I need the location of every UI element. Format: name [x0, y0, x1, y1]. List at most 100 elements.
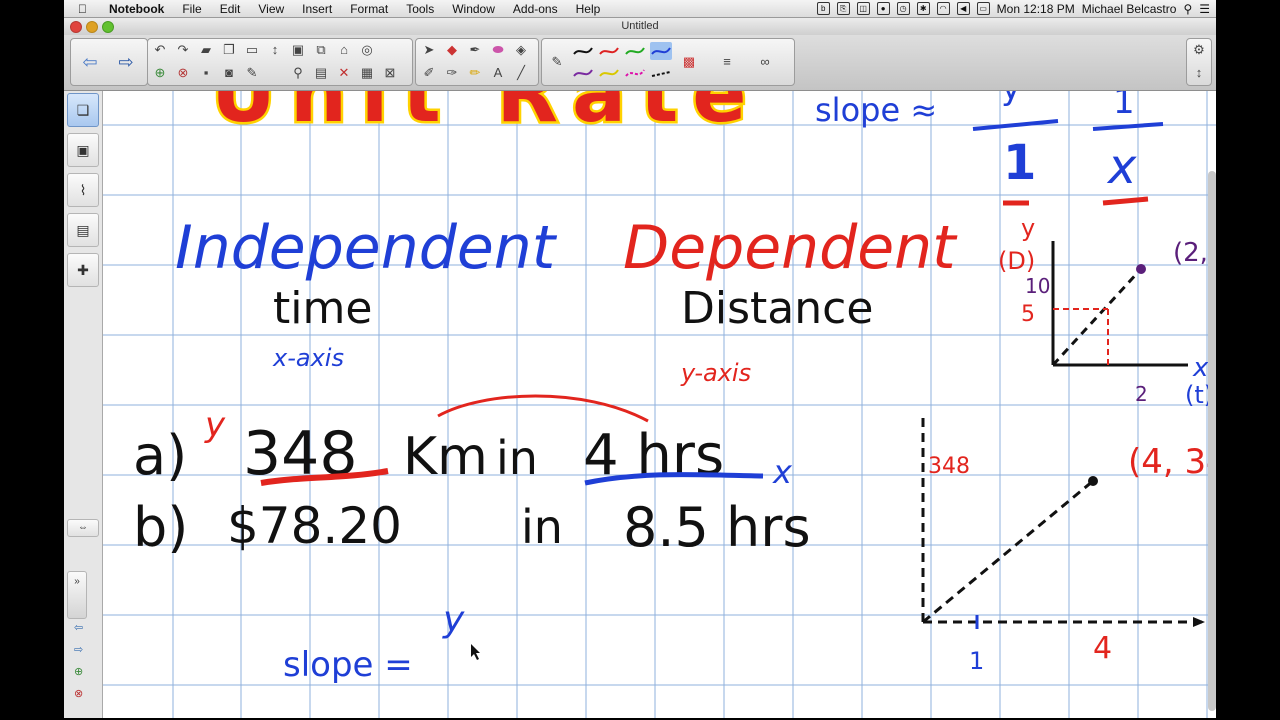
b-hrs: 8.5 hrs	[623, 496, 811, 559]
paste-icon[interactable]: ❐	[220, 41, 238, 59]
menu-addons[interactable]: Add-ons	[504, 2, 567, 16]
fill-effects-icon[interactable]: ∞	[756, 53, 774, 71]
pen-style-black[interactable]	[572, 42, 594, 60]
pen-style-blue[interactable]	[650, 42, 672, 60]
next-page-icon[interactable]: ⇨	[117, 53, 135, 71]
distance-label: Distance	[681, 283, 873, 334]
line-width-icon[interactable]: ≡	[718, 53, 736, 71]
add-page-icon[interactable]: ⊕	[151, 64, 169, 82]
fill-icon[interactable]: ◈	[512, 41, 530, 59]
apple-menu-icon[interactable]: 	[78, 2, 92, 16]
status-b-icon[interactable]: b	[816, 2, 830, 15]
frac-y: y	[1001, 91, 1021, 108]
magic-pen-icon[interactable]: ✑	[443, 64, 461, 82]
side-tabs: ❏ ▣ ⌇ ▤ ✚ ⇔ » ⇦ ⇨ ⊕ ⊗	[64, 91, 103, 718]
app-menu[interactable]: Notebook	[100, 2, 173, 16]
x-axis-label: x-axis	[272, 344, 344, 372]
open-file-icon[interactable]: ▰	[197, 41, 215, 59]
attachments-icon[interactable]: ⌇	[67, 173, 99, 207]
screen-shade-icon[interactable]: ▭	[243, 41, 261, 59]
pen-style-green[interactable]	[624, 42, 646, 60]
save-icon[interactable]: ▪	[197, 64, 215, 82]
menu-file[interactable]: File	[173, 2, 210, 16]
insert-image-icon[interactable]: ▤	[312, 64, 330, 82]
select-arrow-icon[interactable]: ➤	[420, 41, 438, 59]
board-title: Unit Rate	[211, 91, 761, 140]
float-next-icon[interactable]: ⇨	[74, 643, 83, 656]
g1-y: y	[1021, 214, 1035, 242]
pen-style-dashed[interactable]	[650, 64, 672, 82]
volume-icon[interactable]: ◀	[956, 2, 970, 15]
minimize-window-button[interactable]	[86, 21, 98, 33]
wifi-icon[interactable]: ◠	[936, 2, 950, 15]
g1-10: 10	[1025, 274, 1050, 298]
gallery-icon[interactable]: ◎	[358, 41, 376, 59]
capture-icon[interactable]: ⧉	[312, 41, 330, 59]
highlighter-icon[interactable]: ✏	[466, 64, 484, 82]
whiteboard-canvas[interactable]: Unit Rate slope ≈ y 1 1 x Independent ti…	[103, 91, 1216, 718]
menu-view[interactable]: View	[249, 2, 293, 16]
delete-icon[interactable]: ✕	[335, 64, 353, 82]
dependent-label: Dependent	[623, 213, 958, 283]
status-dropbox-icon[interactable]: ◫	[856, 2, 870, 15]
move-toolbar-icon[interactable]: ↕	[1190, 64, 1208, 82]
g2-point: (4, 348)	[1128, 442, 1216, 482]
close-screen-icon[interactable]: ⊠	[381, 64, 399, 82]
expand-sidebar-icon[interactable]: ⇔	[67, 519, 99, 537]
a-in: in	[496, 431, 538, 485]
delete-page-icon[interactable]: ⊗	[174, 64, 192, 82]
notification-list-icon[interactable]: ☰	[1199, 2, 1210, 16]
vertical-scrollbar[interactable]	[1208, 171, 1216, 711]
previous-page-icon[interactable]: ⇦	[81, 53, 99, 71]
line-tool-icon[interactable]: ╱	[512, 64, 530, 82]
document-camera-icon[interactable]: ⌂	[335, 41, 353, 59]
menu-format[interactable]: Format	[341, 2, 397, 16]
table-icon[interactable]: ▦	[358, 64, 376, 82]
clock[interactable]: Mon 12:18 PM	[997, 2, 1075, 16]
undo-icon[interactable]: ↶	[151, 41, 169, 59]
status-smart-icon[interactable]: ⎘	[836, 2, 850, 15]
status-time-machine-icon[interactable]: ◷	[896, 2, 910, 15]
gallery-tab-icon[interactable]: ▣	[67, 133, 99, 167]
pen-style-red[interactable]	[598, 42, 620, 60]
float-add-icon[interactable]: ⊕	[74, 665, 83, 678]
bluetooth-icon[interactable]: ✱	[916, 2, 930, 15]
spotlight-icon[interactable]: ⚲	[1183, 2, 1192, 16]
floating-tools-handle[interactable]: »	[67, 571, 87, 619]
camera-icon[interactable]: ◙	[220, 64, 238, 82]
show-screen-icon[interactable]: ▣	[289, 41, 307, 59]
g2-1: 1	[969, 647, 984, 675]
battery-icon[interactable]: ▭	[976, 2, 990, 15]
slope-top-label: slope ≈	[815, 91, 937, 129]
pen-style-yellow[interactable]	[598, 64, 620, 82]
redo-icon[interactable]: ↷	[174, 41, 192, 59]
text-tool-icon[interactable]: A	[489, 64, 507, 82]
eraser-icon[interactable]: ⬬	[489, 41, 507, 59]
clear-ink-icon[interactable]: ✎	[243, 64, 261, 82]
add-ons-icon[interactable]: ✚	[67, 253, 99, 287]
magnify-icon[interactable]: ⚲	[289, 64, 307, 82]
g1-x: x	[1192, 353, 1209, 383]
pen-style-magenta[interactable]	[624, 64, 646, 82]
float-delete-icon[interactable]: ⊗	[74, 687, 83, 700]
gear-icon[interactable]: ⚙	[1190, 41, 1208, 59]
close-window-button[interactable]	[70, 21, 82, 33]
user-name[interactable]: Michael Belcastro	[1082, 2, 1177, 16]
menu-tools[interactable]: Tools	[397, 2, 443, 16]
menu-window[interactable]: Window	[443, 2, 504, 16]
color-palette-icon[interactable]: ▩	[680, 53, 698, 71]
fit-page-icon[interactable]: ↕	[266, 41, 284, 59]
status-record-icon[interactable]: ●	[876, 2, 890, 15]
float-prev-icon[interactable]: ⇦	[74, 621, 83, 634]
pencil-icon[interactable]: ✎	[548, 53, 566, 71]
zoom-window-button[interactable]	[102, 21, 114, 33]
pen-style-purple[interactable]	[572, 64, 594, 82]
creative-pen-icon[interactable]: ✐	[420, 64, 438, 82]
menu-insert[interactable]: Insert	[293, 2, 341, 16]
page-sorter-icon[interactable]: ❏	[67, 93, 99, 127]
pen-tool-icon[interactable]: ✒	[466, 41, 484, 59]
menu-edit[interactable]: Edit	[211, 2, 250, 16]
properties-icon[interactable]: ▤	[67, 213, 99, 247]
shape-icon[interactable]: ◆	[443, 41, 461, 59]
menu-help[interactable]: Help	[567, 2, 610, 16]
